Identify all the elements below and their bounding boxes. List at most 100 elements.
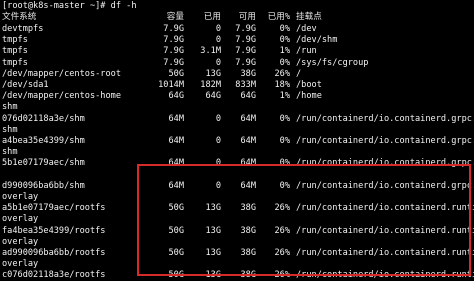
avail-cell: 64M bbox=[240, 113, 256, 124]
size-cell: 50G bbox=[168, 203, 184, 214]
size-cell: 64M bbox=[168, 158, 184, 169]
table-row: /dev/sda1 1014M 182M 833M 18% /boot bbox=[0, 79, 474, 91]
mount-cell: /dev/shm bbox=[296, 35, 338, 46]
use-pct-cell: 26% bbox=[274, 203, 290, 214]
avail-cell: 64M bbox=[240, 136, 256, 146]
mount-cell: /sys/fs/cgroup bbox=[296, 57, 369, 68]
table-row: 5b1e07179aec/shm 64M 0 64M 0% /run/containerd… bbox=[0, 157, 474, 169]
mount-cell: / bbox=[296, 68, 302, 79]
filesystem-cell: devtmpfs bbox=[2, 24, 44, 34]
used-cell: 13G bbox=[205, 68, 221, 79]
table-row: tmpfs 7.9G 0 7.9G 0% /dev/shm bbox=[0, 34, 474, 46]
size-cell: 64M bbox=[168, 180, 184, 191]
table-row: devtmpfs 7.9G 0 7.9G 0% /dev bbox=[0, 23, 474, 35]
table-row: shm bbox=[0, 146, 474, 158]
size-cell: 7.9G bbox=[163, 35, 184, 46]
size-cell: 7.9G bbox=[163, 24, 184, 34]
mount-cell: /run/containerd/io.containerd.grpc.v1. bbox=[296, 158, 474, 169]
used-cell: 13G bbox=[205, 225, 221, 236]
use-pct-cell: 0% bbox=[279, 136, 290, 146]
use-pct-cell: 0% bbox=[279, 24, 290, 34]
use-pct-cell: 26% bbox=[274, 270, 290, 281]
table-row: fa4bea35e4399/rootfs 50G 13G 38G 26% /run/con… bbox=[0, 225, 474, 237]
filesystem-cell: overlay bbox=[2, 192, 39, 202]
size-cell: 50G bbox=[168, 248, 184, 258]
header-use-pct: 已用% bbox=[267, 12, 290, 22]
mount-cell: /run/containerd/io.containerd.runtime. bbox=[296, 225, 474, 236]
mount-cell: /run/containerd/io.containerd.runtime. bbox=[296, 270, 474, 281]
table-row: overlay bbox=[0, 236, 474, 248]
filesystem-cell: overlay bbox=[2, 259, 39, 270]
used-cell: 13G bbox=[205, 270, 221, 281]
avail-cell: 64G bbox=[240, 91, 256, 102]
filesystem-cell: tmpfs bbox=[2, 57, 28, 68]
filesystem-cell: overlay bbox=[2, 214, 39, 225]
avail-cell: 64M bbox=[240, 158, 256, 169]
size-cell: 50G bbox=[168, 225, 184, 236]
header-size: 容量 bbox=[166, 12, 184, 22]
use-pct-cell: 26% bbox=[274, 248, 290, 258]
size-cell: 64G bbox=[168, 91, 184, 102]
filesystem-cell: a5b1e07179aec/rootfs bbox=[2, 203, 106, 214]
used-cell: 0 bbox=[215, 136, 221, 146]
use-pct-cell: 18% bbox=[274, 80, 290, 90]
filesystem-cell: /dev/mapper/centos-home bbox=[2, 91, 121, 102]
mount-cell: /run/containerd/io.containerd.grpc.v1. bbox=[296, 136, 474, 146]
avail-cell: 38G bbox=[240, 203, 256, 214]
use-pct-cell: 0% bbox=[279, 113, 290, 124]
used-cell: 0 bbox=[215, 24, 221, 34]
use-pct-cell: 0% bbox=[279, 180, 290, 191]
size-cell: 7.9G bbox=[163, 46, 184, 57]
size-cell: 64M bbox=[168, 113, 184, 124]
used-cell: 0 bbox=[215, 57, 221, 68]
used-cell: 0 bbox=[215, 180, 221, 191]
used-cell: 13G bbox=[205, 203, 221, 214]
avail-cell: 7.9G bbox=[235, 24, 256, 34]
table-row: a4bea35e4399/shm 64M 0 64M 0% /run/containerd… bbox=[0, 135, 474, 147]
terminal-window[interactable]: [root@k8s-master ~]# df -h 文件系统 容量 已用 可用… bbox=[0, 0, 474, 281]
table-row bbox=[0, 169, 474, 181]
mount-cell: /dev bbox=[296, 24, 317, 34]
mount-cell: /boot bbox=[296, 80, 322, 90]
used-cell: 0 bbox=[215, 35, 221, 46]
use-pct-cell: 0% bbox=[279, 35, 290, 46]
avail-cell: 64M bbox=[240, 180, 256, 191]
table-row: 076d02118a3e/shm 64M 0 64M 0% /run/containerd… bbox=[0, 113, 474, 125]
mount-cell: /run/containerd/io.containerd.runtime. bbox=[296, 248, 474, 258]
mount-cell: /run/containerd/io.containerd.runtime. bbox=[296, 203, 474, 214]
avail-cell: 38G bbox=[240, 270, 256, 281]
filesystem-cell: shm bbox=[2, 102, 18, 113]
table-row: tmpfs 7.9G 0 7.9G 0% /sys/fs/cgroup bbox=[0, 57, 474, 69]
df-header-row: 文件系统 容量 已用 可用 已用% 挂载点 bbox=[0, 11, 474, 23]
filesystem-cell: /dev/mapper/centos-root bbox=[2, 68, 121, 79]
table-row: overlay bbox=[0, 258, 474, 270]
filesystem-cell: shm bbox=[2, 147, 18, 158]
filesystem-cell: tmpfs bbox=[2, 35, 28, 46]
filesystem-cell: c076d02118a3e/rootfs bbox=[2, 270, 106, 281]
table-row: overlay bbox=[0, 191, 474, 203]
mount-cell: /run/containerd/io.containerd.grpc.v1. bbox=[296, 180, 474, 191]
avail-cell: 7.9G bbox=[235, 46, 256, 57]
avail-cell: 38G bbox=[240, 248, 256, 258]
table-row: shm bbox=[0, 101, 474, 113]
header-avail: 可用 bbox=[238, 12, 256, 22]
filesystem-cell: ad990096ba6bb/rootfs bbox=[2, 248, 106, 258]
size-cell: 7.9G bbox=[163, 57, 184, 68]
filesystem-cell: fa4bea35e4399/rootfs bbox=[2, 225, 106, 236]
table-row: ad990096ba6bb/rootfs 50G 13G 38G 26% /run/con… bbox=[0, 247, 474, 259]
used-cell: 3.1M bbox=[200, 46, 221, 57]
size-cell: 50G bbox=[168, 270, 184, 281]
used-cell: 0 bbox=[215, 158, 221, 169]
mount-cell: /run bbox=[296, 46, 317, 57]
avail-cell: 833M bbox=[235, 80, 256, 90]
header-used: 已用 bbox=[203, 12, 221, 22]
size-cell: 64M bbox=[168, 136, 184, 146]
mount-cell: /run/containerd/io.containerd.grpc.v1. bbox=[296, 113, 474, 124]
use-pct-cell: 0% bbox=[279, 158, 290, 169]
table-row: shm bbox=[0, 124, 474, 136]
size-cell: 1014M bbox=[158, 80, 184, 90]
used-cell: 0 bbox=[215, 113, 221, 124]
header-mount: 挂载点 bbox=[296, 12, 322, 22]
table-row: overlay bbox=[0, 213, 474, 225]
use-pct-cell: 26% bbox=[274, 68, 290, 79]
